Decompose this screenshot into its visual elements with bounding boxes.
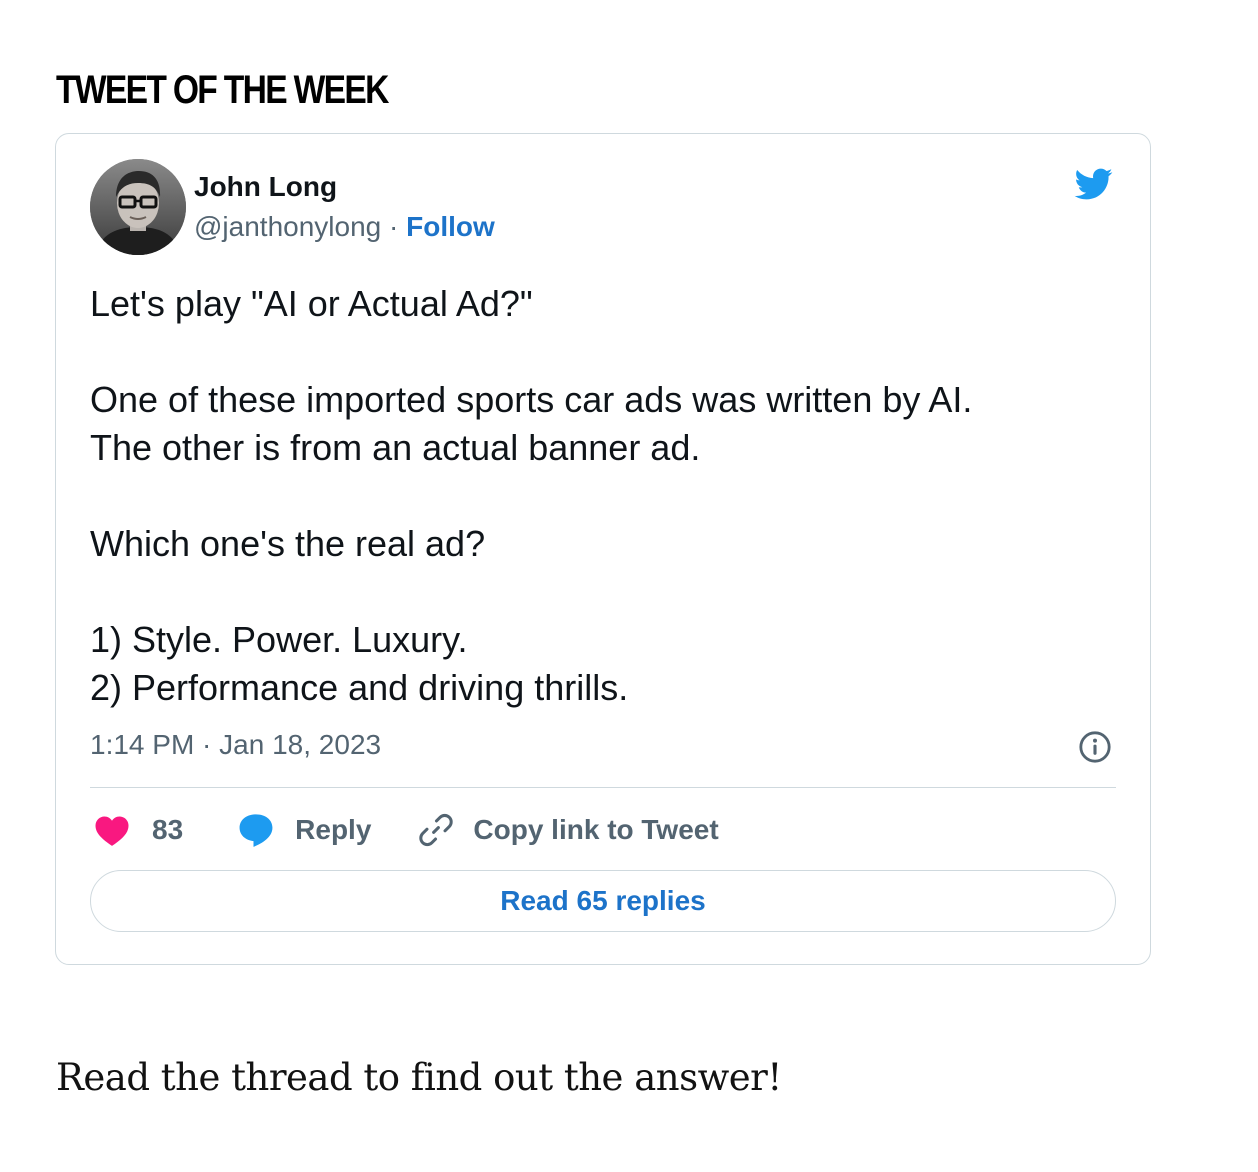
tweet-date: Jan 18, 2023: [219, 729, 382, 760]
copy-link-button[interactable]: Copy link to Tweet: [417, 811, 719, 849]
tweet-text-line: 2) Performance and driving thrills.: [90, 667, 629, 708]
reply-label: Reply: [295, 814, 372, 845]
author-avatar[interactable]: [90, 159, 186, 255]
heart-icon: [95, 816, 129, 846]
body-paragraph: Read the thread to find out the answer!: [56, 1056, 782, 1099]
author-name[interactable]: John Long: [194, 170, 337, 204]
tweet-text: Let's play "AI or Actual Ad?" One of the…: [90, 280, 1110, 712]
link-icon: [419, 813, 454, 847]
handle-separator: ·: [381, 211, 407, 242]
info-icon[interactable]: [1078, 730, 1112, 764]
author-handle[interactable]: @janthonylong: [194, 211, 381, 242]
reply-button[interactable]: Reply: [237, 812, 371, 848]
like-count: 83: [152, 814, 184, 845]
tweet-text-line: The other is from an actual banner ad.: [90, 427, 701, 468]
tweet-timestamp[interactable]: 1:14 PM · Jan 18, 2023: [90, 728, 381, 762]
tweet-divider: [90, 787, 1116, 788]
read-replies-label: Read 65 replies: [500, 885, 706, 916]
tweet-embed-card: John Long @janthonylong · Follow Let's p…: [55, 133, 1151, 965]
read-replies-button[interactable]: Read 65 replies: [90, 870, 1116, 932]
tweet-time: 1:14 PM: [90, 729, 195, 760]
section-heading: TWEET OF THE WEEK: [56, 68, 389, 112]
meta-separator: ·: [194, 729, 220, 760]
speech-bubble-icon: [239, 814, 273, 847]
follow-link[interactable]: Follow: [406, 211, 495, 242]
tweet-text-line: Which one's the real ad?: [90, 523, 486, 564]
author-photo: [90, 159, 186, 255]
copy-link-label: Copy link to Tweet: [473, 814, 719, 845]
tweet-actions: 83 Reply Copy link to Tweet: [94, 808, 719, 852]
like-button[interactable]: 83: [94, 813, 183, 847]
tweet-text-line: 1) Style. Power. Luxury.: [90, 619, 468, 660]
twitter-bird-icon[interactable]: [1070, 164, 1116, 204]
tweet-text-line: Let's play "AI or Actual Ad?": [90, 283, 533, 324]
tweet-text-line: One of these imported sports car ads was…: [90, 379, 973, 420]
author-handle-line: @janthonylong · Follow: [194, 210, 495, 244]
